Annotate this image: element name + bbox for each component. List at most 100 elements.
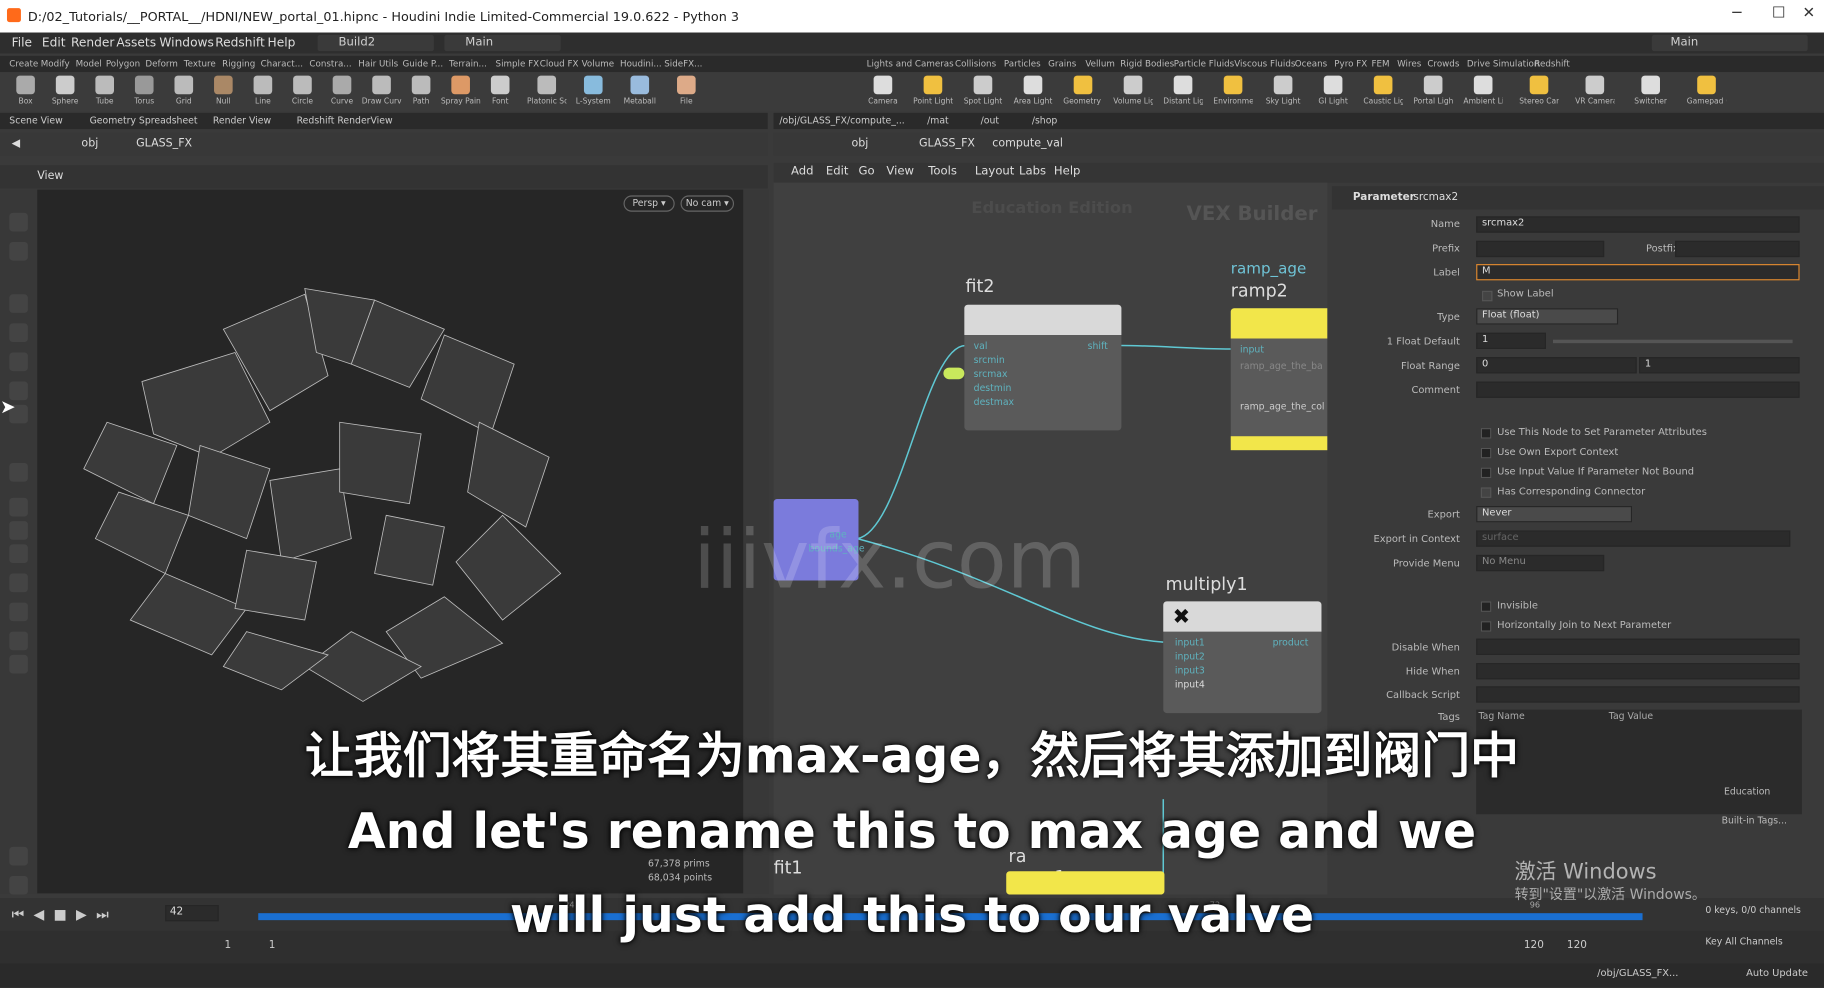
main-context-selector[interactable]: Main [444,34,561,52]
multiply1-node[interactable]: ✖ input1 input2 input3 input4 product [1163,601,1322,714]
network-menu-tools[interactable]: Tools [928,165,957,178]
minimize-button[interactable]: ─ [1719,5,1754,28]
range-max-field[interactable]: 1 [1639,357,1800,374]
fit2-input-val[interactable]: val [974,341,988,351]
export-context-field[interactable]: surface [1476,530,1791,547]
float-default-slider[interactable] [1552,339,1793,344]
menu-windows[interactable]: Windows [159,36,214,50]
viewport-tool-icon-12[interactable] [9,602,28,622]
tool-tube[interactable]: Tube [85,75,125,106]
viewport-tool-icon-8[interactable] [9,497,28,517]
shelf-right-tab-10[interactable]: FEM [1371,58,1389,68]
close-button[interactable]: ✕ [1791,5,1824,28]
tool-file[interactable]: File [667,75,707,106]
shelf-right-tab-14[interactable]: Redshift [1534,58,1569,68]
network-menu-help[interactable]: Help [1054,165,1081,178]
range-min-field[interactable]: 0 [1476,357,1637,374]
fit2-input-srcmax[interactable]: srcmax [974,369,1008,379]
viewport-tool-icon-11[interactable] [9,573,28,593]
tool-sky-light[interactable]: Sky Light [1263,75,1303,106]
multiply1-output[interactable]: product [1273,637,1309,647]
fit2-input-destmax[interactable]: destmax [974,397,1014,407]
tool-box[interactable]: Box [6,75,46,106]
shelf-right-tab-11[interactable]: Wires [1397,58,1421,68]
shelf-tab-7[interactable]: Charact... [261,58,303,68]
multiply1-input1[interactable]: input1 [1175,637,1205,647]
menu-render[interactable]: Render [71,36,114,50]
tool-gi-light[interactable]: GI Light [1313,75,1353,106]
tool-stereo-camera[interactable]: Stereo Camera [1519,75,1559,106]
tool-spot-light[interactable]: Spot Light [963,75,1003,106]
param-checkbox-2[interactable] [1480,467,1492,479]
name-field[interactable]: srcmax2 [1476,216,1800,233]
tool-camera[interactable]: Camera [863,75,903,106]
auto-update[interactable]: Auto Update [1746,968,1808,980]
menu-assets[interactable]: Assets [116,36,156,50]
shelf-tab-1[interactable]: Modify [41,58,70,68]
prefix-field[interactable] [1476,240,1605,258]
viewport-tool-icon-9[interactable] [9,521,28,540]
label-field[interactable]: M [1476,264,1800,281]
tab-out[interactable]: /out [981,115,999,125]
network-menu-go[interactable]: Go [858,165,874,178]
right-context-selector[interactable]: Main [1651,34,1808,52]
float-default-field[interactable]: 1 [1476,332,1546,349]
shelf-tab-6[interactable]: Rigging [222,58,255,68]
back-arrow-icon[interactable]: ◀ [12,137,21,150]
tool-spray-paint[interactable]: Spray Paint [441,75,480,106]
tool-sphere[interactable]: Sphere [45,75,85,106]
param-checkbox2-0[interactable] [1480,601,1492,612]
tool-point-light[interactable]: Point Light [913,75,953,106]
srcmax-connector-highlight[interactable] [943,367,965,380]
crumb-obj-right[interactable]: obj [852,137,869,150]
param-checkbox-0[interactable] [1480,428,1492,439]
crumb-glass-fx-right[interactable]: GLASS_FX [919,137,975,150]
crumb-obj[interactable]: obj [81,137,98,150]
shelf-tab-4[interactable]: Deform [145,58,177,68]
fit2-input-srcmin[interactable]: srcmin [974,355,1005,365]
shelf-tab-12[interactable]: Simple FX [496,58,540,68]
shelf-right-tab-9[interactable]: Pyro FX [1334,58,1367,68]
shelf-right-tab-7[interactable]: Viscous Fluids [1234,58,1295,68]
tool-path[interactable]: Path [401,75,441,106]
tab-scene-view[interactable]: Scene View [9,115,62,125]
fit2-node[interactable]: val srcmin srcmax destmin destmax shift [964,304,1122,431]
viewport-tool-icon-0[interactable] [9,212,28,232]
network-menu-labs[interactable]: Labs [1019,165,1046,178]
scene-viewport[interactable]: Persp ▾ No cam ▾ 67,378 prims 68,034 poi… [37,189,744,894]
shelf-right-tab-1[interactable]: Collisions [955,58,996,68]
tool-metaball[interactable]: Metaball [620,75,660,106]
network-menu-layout[interactable]: Layout [975,165,1015,178]
menu-help[interactable]: Help [268,36,296,50]
viewport-tool-icon-10[interactable] [9,544,28,564]
ramp2-node[interactable]: input ramp_age_the_ba ramp_age_the_col [1230,308,1328,451]
tool-geometry-light[interactable]: Geometry Light [1063,75,1103,106]
export-dropdown[interactable]: Never [1476,506,1633,523]
fit2-input-destmin[interactable]: destmin [974,383,1012,393]
shelf-tab-10[interactable]: Guide P... [402,58,443,68]
viewport-tool-icon-4[interactable] [9,352,28,372]
shelf-right-tab-4[interactable]: Vellum [1085,58,1115,68]
tool-switcher[interactable]: Switcher [1631,75,1671,106]
tool-distant-light[interactable]: Distant Light [1163,75,1203,106]
comment-field[interactable] [1476,381,1800,398]
desktop-selector[interactable]: Build2 [317,34,434,52]
param-checkbox2-1[interactable] [1480,621,1492,632]
viewport-tool-icon-13[interactable] [9,631,28,651]
menu-redshift[interactable]: Redshift [215,36,265,50]
shelf-tab-3[interactable]: Polygon [106,58,140,68]
shelf-tab-9[interactable]: Hair Utils [358,58,398,68]
tab-geometry-spreadsheet[interactable]: Geometry Spreadsheet [90,115,198,125]
tab-redshift-renderview[interactable]: Redshift RenderView [297,115,393,125]
tab-render-view[interactable]: Render View [213,115,271,125]
shelf-tab-5[interactable]: Texture [184,58,216,68]
tool-null[interactable]: Null [204,75,244,106]
shelf-tab-11[interactable]: Terrain... [449,58,487,68]
tool-caustic-light[interactable]: Caustic Light [1363,75,1403,106]
tool-torus[interactable]: Torus [124,75,164,106]
shelf-tab-16[interactable]: SideFX... [664,58,702,68]
tool-gamepad-camera[interactable]: Gamepad Camera [1687,75,1726,106]
network-menu-view[interactable]: View [886,165,914,178]
shelf-right-tab-5[interactable]: Rigid Bodies [1120,58,1174,68]
param-checkbox-3[interactable] [1480,487,1492,498]
